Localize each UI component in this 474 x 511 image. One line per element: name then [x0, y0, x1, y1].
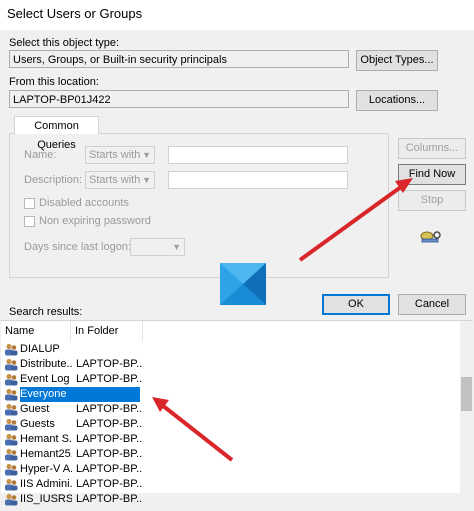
- search-results-list[interactable]: Name In Folder DIALUP Distribute... LAPTOP…: [1, 320, 473, 506]
- result-folder: LAPTOP-BP...: [76, 418, 142, 430]
- stop-button[interactable]: Stop: [398, 190, 466, 211]
- result-name: Distribute...: [20, 358, 72, 370]
- disabled-accounts-checkbox[interactable]: [24, 198, 35, 209]
- group-icon: [4, 418, 18, 431]
- result-name: DIALUP: [20, 343, 60, 355]
- group-icon: [4, 388, 18, 401]
- location-field: LAPTOP-BP01J422: [9, 90, 349, 108]
- result-name: IIS Admini...: [20, 478, 72, 490]
- name-label: Name:: [24, 149, 57, 161]
- group-icon: [4, 403, 18, 416]
- description-mode-select[interactable]: Starts with ▼: [85, 171, 155, 189]
- group-icon: [4, 373, 18, 386]
- group-icon: [4, 493, 18, 506]
- window-title: Select Users or Groups: [7, 6, 143, 21]
- result-name: Hemant25...: [20, 448, 72, 460]
- list-item[interactable]: Everyone: [1, 387, 461, 402]
- list-item[interactable]: Distribute... LAPTOP-BP...: [1, 357, 461, 372]
- chevron-down-icon: ▼: [142, 150, 151, 160]
- non-expiring-label: Non expiring password: [39, 215, 151, 227]
- group-icon: [4, 448, 18, 461]
- result-name: Hyper-V A...: [20, 463, 72, 475]
- name-input[interactable]: [168, 146, 348, 164]
- description-mode-value: Starts with: [89, 174, 141, 186]
- list-item[interactable]: Event Log ... LAPTOP-BP...: [1, 372, 461, 387]
- list-item[interactable]: DIALUP: [1, 342, 461, 357]
- scrollbar[interactable]: [460, 321, 473, 493]
- group-icon: [4, 433, 18, 446]
- column-header-name[interactable]: Name: [1, 321, 71, 341]
- columns-button[interactable]: Columns...: [398, 138, 466, 159]
- result-name: Hemant S...: [20, 433, 72, 445]
- list-item[interactable]: Hemant25... LAPTOP-BP...: [1, 447, 461, 462]
- result-name: Guests: [20, 418, 55, 430]
- list-item[interactable]: IIS Admini... LAPTOP-BP...: [1, 477, 461, 492]
- list-item[interactable]: Guests LAPTOP-BP...: [1, 417, 461, 432]
- list-item[interactable]: IIS_IUSRS LAPTOP-BP...: [1, 492, 461, 507]
- result-name: Everyone: [20, 387, 140, 402]
- scrollbar-thumb[interactable]: [461, 377, 472, 411]
- list-item[interactable]: Hyper-V A... LAPTOP-BP...: [1, 462, 461, 477]
- result-folder: LAPTOP-BP...: [76, 493, 142, 505]
- result-name: Event Log ...: [20, 373, 72, 385]
- non-expiring-checkbox[interactable]: [24, 216, 35, 227]
- group-icon: [4, 463, 18, 476]
- disabled-accounts-label: Disabled accounts: [39, 197, 129, 209]
- object-type-label: Select this object type:: [9, 37, 120, 49]
- object-type-field: Users, Groups, or Built-in security prin…: [9, 50, 349, 68]
- result-folder: LAPTOP-BP...: [76, 448, 142, 460]
- description-input[interactable]: [168, 171, 348, 189]
- group-icon: [4, 478, 18, 491]
- column-header-folder[interactable]: In Folder: [71, 321, 143, 341]
- description-label: Description:: [24, 174, 83, 186]
- days-since-logon-label: Days since last logon:: [24, 241, 131, 253]
- cancel-button[interactable]: Cancel: [398, 294, 466, 315]
- name-mode-value: Starts with: [89, 149, 141, 161]
- list-item[interactable]: Hemant S... LAPTOP-BP...: [1, 432, 461, 447]
- search-results-label: Search results:: [9, 306, 83, 318]
- locations-button[interactable]: Locations...: [356, 90, 438, 111]
- name-mode-select[interactable]: Starts with ▼: [85, 146, 155, 164]
- days-since-logon-select[interactable]: ▼: [130, 238, 185, 256]
- result-folder: LAPTOP-BP...: [76, 478, 142, 490]
- result-name: Guest: [20, 403, 50, 415]
- result-folder: LAPTOP-BP...: [76, 403, 142, 415]
- result-folder: LAPTOP-BP...: [76, 433, 142, 445]
- group-icon: [4, 358, 18, 371]
- result-name: IIS_IUSRS: [20, 493, 72, 505]
- chevron-down-icon: ▼: [172, 242, 181, 252]
- result-folder: LAPTOP-BP...: [76, 463, 142, 475]
- group-icon: [4, 343, 18, 356]
- ok-button[interactable]: OK: [322, 294, 390, 315]
- list-item[interactable]: Guest LAPTOP-BP...: [1, 402, 461, 417]
- result-folder: LAPTOP-BP...: [76, 358, 142, 370]
- chevron-down-icon: ▼: [142, 175, 151, 185]
- object-types-button[interactable]: Object Types...: [356, 50, 438, 71]
- tab-common-queries[interactable]: Common Queries: [14, 116, 99, 151]
- location-label: From this location:: [9, 76, 99, 88]
- find-now-button[interactable]: Find Now: [398, 164, 466, 185]
- search-key-icon: [420, 231, 441, 243]
- windows-logo: [220, 263, 266, 305]
- result-folder: LAPTOP-BP...: [76, 373, 142, 385]
